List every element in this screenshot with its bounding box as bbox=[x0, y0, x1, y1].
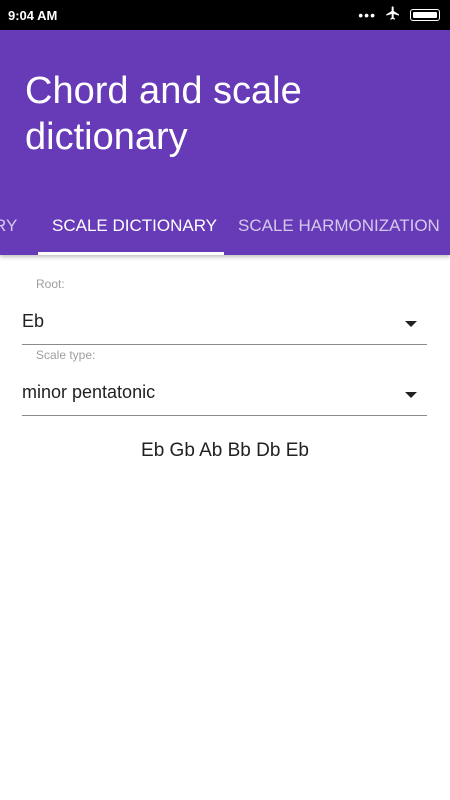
root-label: Root: bbox=[36, 277, 65, 291]
app-title: Chord and scale dictionary bbox=[25, 70, 302, 158]
tab-scale-harmonization[interactable]: SCALE HARMONIZATION bbox=[238, 200, 440, 255]
root-value: Eb bbox=[22, 311, 45, 331]
battery-icon bbox=[410, 9, 440, 21]
scale-notes-result: Eb Gb Ab Bb Db Eb bbox=[141, 440, 309, 461]
app-bar: Chord and scale dictionary RY SCALE DICT… bbox=[0, 30, 450, 255]
scale-type-value: minor pentatonic bbox=[22, 382, 156, 402]
active-tab-indicator bbox=[38, 252, 224, 255]
tab-bar: RY SCALE DICTIONARY SCALE HARMONIZATION bbox=[0, 200, 450, 255]
scale-type-select[interactable]: minor pentatonic bbox=[22, 376, 427, 416]
status-bar: 9:04 AM ••• bbox=[0, 0, 450, 30]
tab-scale-dictionary[interactable]: SCALE DICTIONARY bbox=[52, 200, 217, 255]
root-select[interactable]: Eb bbox=[22, 305, 427, 345]
status-icons: ••• bbox=[358, 5, 440, 26]
more-dots-icon: ••• bbox=[358, 7, 376, 23]
airplane-icon bbox=[384, 5, 402, 26]
tab-chord-dictionary[interactable]: RY bbox=[0, 200, 17, 255]
chevron-down-icon bbox=[405, 392, 417, 398]
status-time: 9:04 AM bbox=[8, 7, 58, 23]
chevron-down-icon bbox=[405, 321, 417, 327]
scale-type-label: Scale type: bbox=[36, 348, 96, 362]
